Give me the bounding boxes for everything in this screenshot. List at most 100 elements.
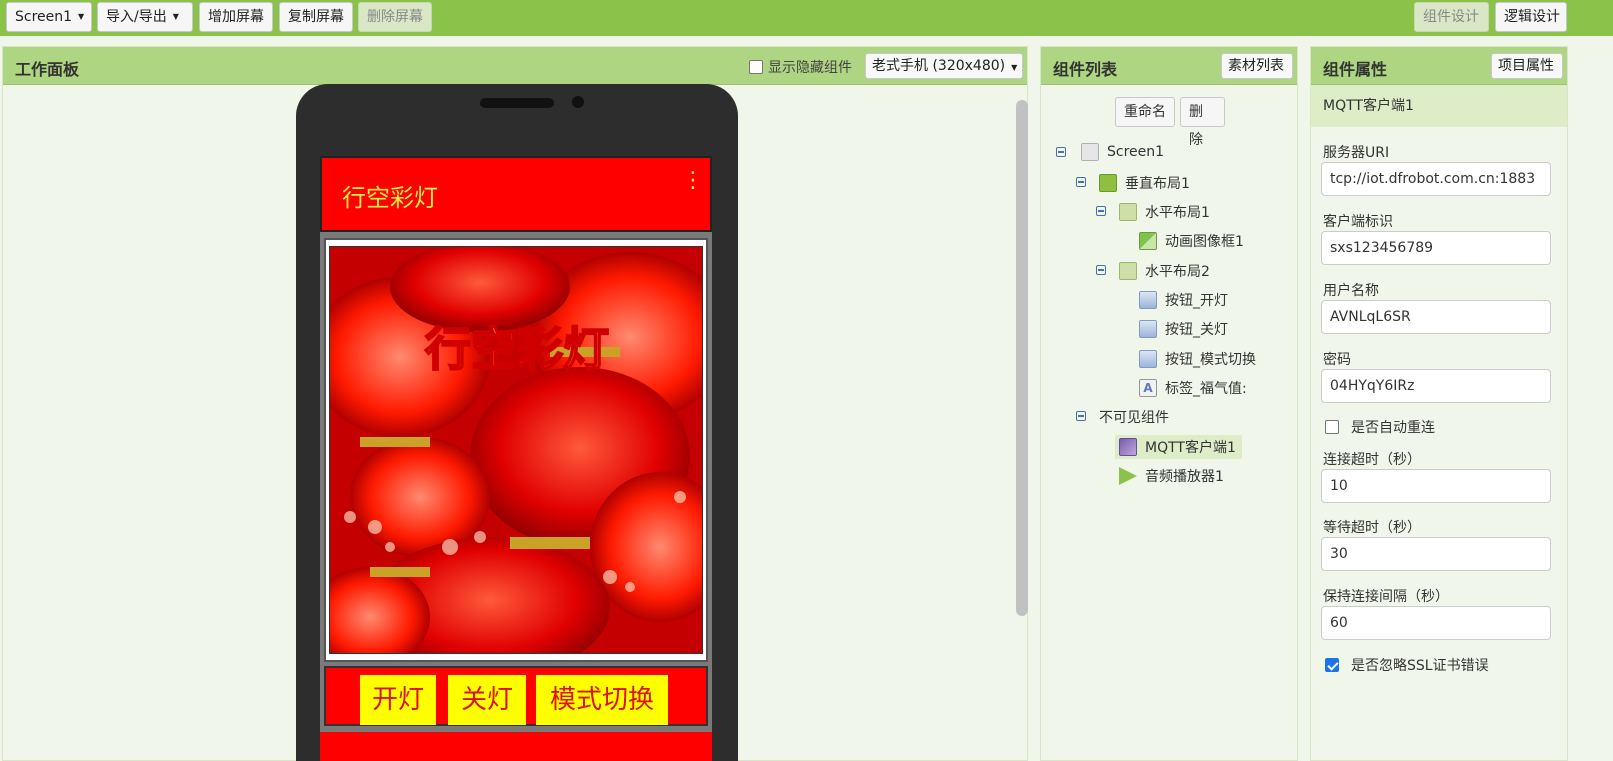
import-export-label: 导入/导出 xyxy=(106,9,167,25)
tree-item-invisible-components[interactable]: 不可见组件 xyxy=(1099,405,1169,429)
properties-title: 组件属性 xyxy=(1323,60,1388,79)
collapse-screen1-icon[interactable] xyxy=(1056,147,1066,157)
chevron-down-icon: ▼ xyxy=(1011,63,1018,72)
overflow-menu-icon[interactable]: ⋮ xyxy=(682,170,704,192)
wait-timeout-label: 等待超时（秒） xyxy=(1323,520,1421,536)
delete-component-button[interactable]: 删除 xyxy=(1180,97,1225,148)
app-title-bar[interactable]: 行空彩灯 ⋮ xyxy=(320,156,712,232)
project-properties-button[interactable]: 项目属性 xyxy=(1491,53,1563,79)
add-screen-button[interactable]: 增加屏幕 xyxy=(199,2,273,32)
button-icon xyxy=(1139,320,1157,338)
password-label: 密码 xyxy=(1323,352,1351,368)
tree-item-image-1[interactable]: 动画图像框1 xyxy=(1139,229,1244,253)
designer-button[interactable]: 组件设计 xyxy=(1414,2,1489,32)
ignore-ssl-checkbox[interactable] xyxy=(1325,658,1339,672)
show-hidden-toggle[interactable]: 显示隐藏组件 xyxy=(749,57,852,77)
mqtt-icon xyxy=(1119,438,1137,456)
tree-item-label: 水平布局1 xyxy=(1145,205,1210,221)
selected-component-name: MQTT客户端1 xyxy=(1311,85,1567,127)
show-hidden-checkbox[interactable] xyxy=(749,60,763,74)
server-uri-input[interactable]: tcp://iot.dfrobot.com.cn:1883 xyxy=(1321,162,1551,196)
tree-item-label: 水平布局2 xyxy=(1145,264,1210,280)
tree-item-horizontal-layout-2[interactable]: 水平布局2 xyxy=(1119,259,1210,283)
tree-item-label: 动画图像框1 xyxy=(1165,234,1244,250)
light-off-button[interactable]: 关灯 xyxy=(448,675,526,725)
client-id-label: 客户端标识 xyxy=(1323,214,1393,230)
tree-item-label: 按钮_关灯 xyxy=(1165,322,1228,338)
media-list-button[interactable]: 素材列表 xyxy=(1221,53,1293,79)
server-uri-label: 服务器URI xyxy=(1323,145,1390,161)
image-icon xyxy=(1139,232,1157,250)
keepalive-label: 保持连接间隔（秒） xyxy=(1323,589,1449,605)
workspace-scrollbar[interactable] xyxy=(1016,100,1028,616)
phone-camera xyxy=(572,96,584,108)
tree-item-label-fortune[interactable]: A 标签_福气值: xyxy=(1139,376,1247,400)
connect-timeout-input[interactable]: 10 xyxy=(1321,469,1551,503)
workspace-header: 工作面板 显示隐藏组件 老式手机 (320x480) ▼ xyxy=(3,47,1027,85)
lantern-image[interactable]: 行空彩灯 xyxy=(329,246,703,654)
screen-icon xyxy=(1081,143,1099,161)
tree-item-vertical-layout-1[interactable]: 垂直布局1 xyxy=(1099,171,1190,195)
components-panel: 组件列表 素材列表 重命名 删除 Screen1 垂直布局1 水平布局1 动画图… xyxy=(1040,46,1298,761)
tree-item-screen1[interactable]: Screen1 xyxy=(1081,140,1164,164)
mode-switch-button[interactable]: 模式切换 xyxy=(536,675,668,725)
vertical-layout-1[interactable]: 行空彩灯 xyxy=(324,238,708,662)
delete-screen-button[interactable]: 删除屏幕 xyxy=(358,2,432,32)
tree-item-button-off[interactable]: 按钮_关灯 xyxy=(1139,317,1228,341)
screen-select-label: Screen1 xyxy=(15,9,73,25)
keepalive-input[interactable]: 60 xyxy=(1321,606,1551,640)
tree-item-label: 标签_福气值: xyxy=(1165,381,1247,397)
ignore-ssl-toggle[interactable]: 是否忽略SSL证书错误 xyxy=(1325,655,1489,675)
rename-button[interactable]: 重命名 xyxy=(1115,97,1175,127)
properties-panel: 组件属性 项目属性 MQTT客户端1 服务器URI tcp://iot.dfro… xyxy=(1310,46,1568,761)
screen-select-dropdown[interactable]: Screen1 ▼ xyxy=(6,2,92,32)
collapse-vertical-layout-icon[interactable] xyxy=(1076,177,1086,187)
button-icon xyxy=(1139,350,1157,368)
ignore-ssl-label: 是否忽略SSL证书错误 xyxy=(1351,658,1489,674)
label-icon: A xyxy=(1139,379,1157,397)
client-id-input[interactable]: sxs123456789 xyxy=(1321,231,1551,265)
components-header: 组件列表 素材列表 xyxy=(1041,47,1297,85)
horizontal-layout-icon xyxy=(1119,262,1137,280)
wait-timeout-input[interactable]: 30 xyxy=(1321,537,1551,571)
vertical-layout-icon xyxy=(1099,174,1117,192)
player-icon xyxy=(1119,467,1137,485)
chevron-down-icon: ▼ xyxy=(78,12,85,21)
tree-item-label: MQTT客户端1 xyxy=(1145,440,1236,456)
components-title: 组件列表 xyxy=(1053,60,1118,79)
tree-item-button-on[interactable]: 按钮_开灯 xyxy=(1139,288,1228,312)
show-hidden-label: 显示隐藏组件 xyxy=(768,60,852,76)
password-input[interactable]: 04HYqY6IRz xyxy=(1321,369,1551,403)
username-input[interactable]: AVNLqL6SR xyxy=(1321,300,1551,334)
device-size-label: 老式手机 (320x480) xyxy=(872,58,1006,74)
auto-reconnect-checkbox[interactable] xyxy=(1325,420,1339,434)
tree-item-button-mode[interactable]: 按钮_模式切换 xyxy=(1139,347,1256,371)
phone-screen: 行空彩灯 ⋮ 行空彩灯 开灯 关灯 模式切换 xyxy=(320,156,712,761)
phone-speaker xyxy=(480,98,554,108)
tree-item-audio-player-1[interactable]: 音频播放器1 xyxy=(1119,464,1224,488)
fortune-label-area xyxy=(320,732,712,761)
tree-item-label: 不可见组件 xyxy=(1099,410,1169,426)
device-size-dropdown[interactable]: 老式手机 (320x480) ▼ xyxy=(865,53,1023,79)
blocks-button[interactable]: 逻辑设计 xyxy=(1495,2,1567,32)
collapse-invisible-icon[interactable] xyxy=(1076,411,1086,421)
app-title: 行空彩灯 xyxy=(342,184,438,212)
tree-item-label: 垂直布局1 xyxy=(1125,176,1190,192)
tree-item-label: 音频播放器1 xyxy=(1145,469,1224,485)
top-toolbar: Screen1 ▼ 导入/导出 ▼ 增加屏幕 复制屏幕 删除屏幕 组件设计 逻辑设计 xyxy=(0,0,1613,36)
collapse-horizontal-layout-2-icon[interactable] xyxy=(1096,265,1106,275)
button-icon xyxy=(1139,291,1157,309)
light-on-button[interactable]: 开灯 xyxy=(360,675,436,725)
chevron-down-icon: ▼ xyxy=(172,12,179,21)
import-export-dropdown[interactable]: 导入/导出 ▼ xyxy=(97,2,193,32)
tree-item-mqtt-client-1[interactable]: MQTT客户端1 xyxy=(1115,435,1242,459)
collapse-horizontal-layout-1-icon[interactable] xyxy=(1096,206,1106,216)
lantern-image-art: 行空彩灯 xyxy=(330,247,702,653)
auto-reconnect-label: 是否自动重连 xyxy=(1351,420,1435,436)
horizontal-layout-2[interactable]: 开灯 关灯 模式切换 xyxy=(324,666,708,726)
copy-screen-button[interactable]: 复制屏幕 xyxy=(279,2,353,32)
auto-reconnect-toggle[interactable]: 是否自动重连 xyxy=(1325,417,1435,437)
tree-item-horizontal-layout-1[interactable]: 水平布局1 xyxy=(1119,200,1210,224)
phone-mockup: 行空彩灯 ⋮ 行空彩灯 开灯 关灯 模式切换 xyxy=(296,84,738,761)
horizontal-layout-icon xyxy=(1119,203,1137,221)
